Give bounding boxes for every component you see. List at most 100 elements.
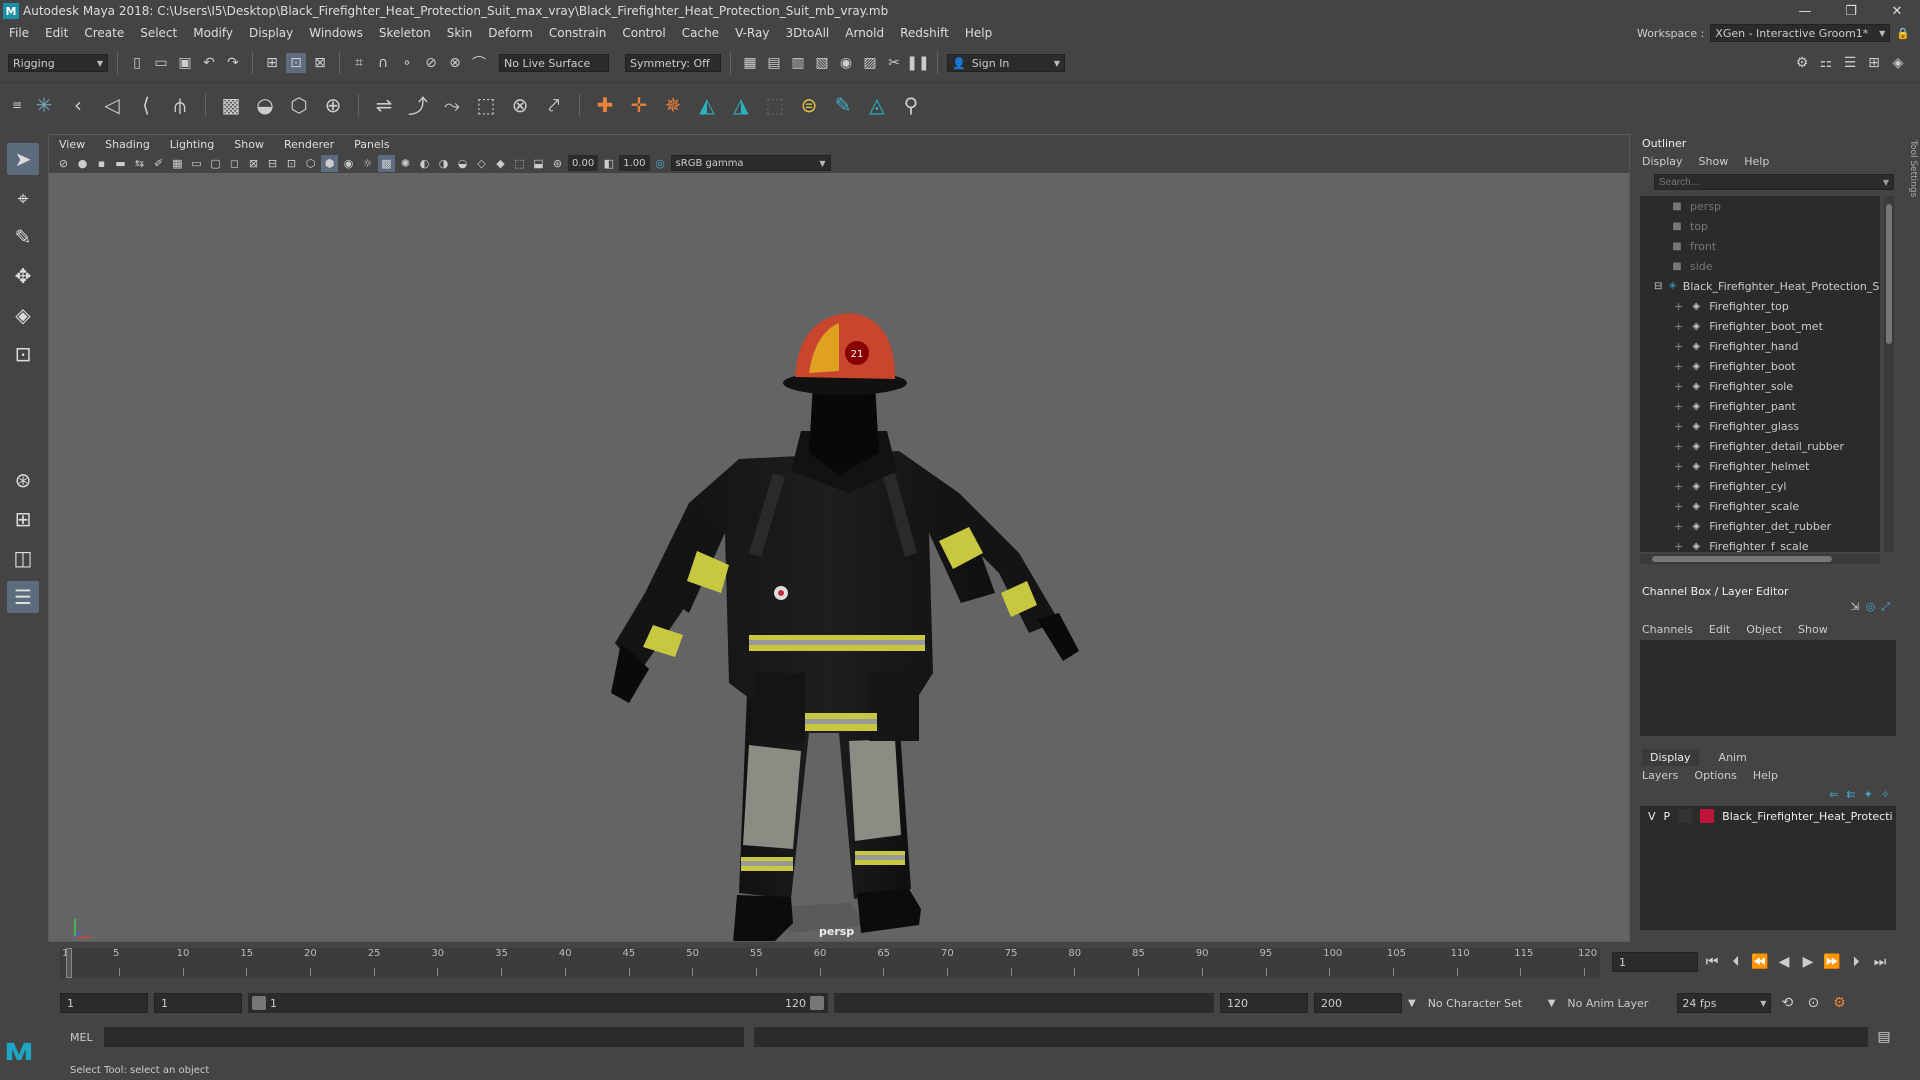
outliner-item-group[interactable]: ⊟ ✳ Black_Firefighter_Heat_Protection_Suit — [1640, 276, 1880, 296]
outliner-vertical-scrollbar[interactable] — [1884, 196, 1894, 552]
outliner-item-mesh[interactable]: + ◈ Firefighter_helmet — [1640, 456, 1880, 476]
expand-icon[interactable]: + — [1674, 320, 1683, 333]
channel-box-menu-channels[interactable]: Channels — [1642, 623, 1693, 636]
loop-icon[interactable]: ⟲ — [1777, 993, 1797, 1013]
viewport-menu-renderer[interactable]: Renderer — [274, 138, 344, 151]
mirror-joint-icon[interactable]: ◁ — [98, 90, 126, 120]
playback-start-field[interactable]: 1 — [154, 993, 242, 1013]
redo-icon[interactable]: ↷ — [223, 53, 243, 73]
outliner-item-mesh[interactable]: + ◈ Firefighter_sole — [1640, 376, 1880, 396]
paint-weights-icon[interactable]: ◒ — [251, 90, 279, 120]
menu-edit[interactable]: Edit — [36, 26, 75, 40]
animation-start-field[interactable]: 1 — [60, 993, 148, 1013]
gamma-field[interactable]: 1.00 — [619, 155, 650, 171]
channel-box-menu-show[interactable]: Show — [1798, 623, 1828, 636]
outliner-item-mesh[interactable]: + ◈ Firefighter_glass — [1640, 416, 1880, 436]
layer-playback-toggle[interactable]: P — [1664, 810, 1671, 823]
play-forward-icon[interactable]: ▶ — [1798, 952, 1818, 972]
lock-icon[interactable]: 🔒 — [1896, 27, 1910, 40]
wrinkle-icon[interactable]: ⊗ — [506, 90, 534, 120]
bookmark-icon[interactable]: ▪ — [93, 155, 110, 172]
vray-ipr-icon[interactable]: ✂ — [884, 53, 904, 73]
menu-set-dropdown[interactable]: Rigging ▼ — [8, 54, 108, 72]
expand-icon[interactable]: + — [1674, 480, 1683, 493]
range-bar[interactable]: 1 120 — [248, 993, 828, 1013]
outliner-item-mesh[interactable]: + ◈ Firefighter_boot — [1640, 356, 1880, 376]
outliner-item-mesh[interactable]: + ◈ Firefighter_top — [1640, 296, 1880, 316]
expand-icon[interactable]: + — [1674, 440, 1683, 453]
step-forward-key-icon[interactable]: ⏩ — [1822, 952, 1842, 972]
pause-icon[interactable]: ❚❚ — [906, 53, 929, 73]
step-forward-frame-icon[interactable]: ⏵ — [1846, 952, 1866, 972]
tab-display[interactable]: Display — [1642, 748, 1699, 766]
script-editor-icon[interactable]: ▤ — [1874, 1027, 1894, 1047]
vray-render-icon[interactable]: ▨ — [860, 53, 880, 73]
paint-deform-icon[interactable]: ✎ — [829, 90, 857, 120]
workspace-dropdown[interactable]: XGen - Interactive Groom1* ▼ — [1710, 24, 1891, 42]
viewport-menu-panels[interactable]: Panels — [344, 138, 399, 151]
render-settings-icon[interactable]: ▧ — [812, 53, 832, 73]
hypershade-icon[interactable]: ◉ — [836, 53, 856, 73]
restore-icon[interactable]: ❐ — [1828, 0, 1874, 22]
bind-skin-icon[interactable]: ▩ — [217, 90, 245, 120]
insert-joint-icon[interactable]: ‹ — [64, 90, 92, 120]
character-set-field[interactable]: No Character Set — [1421, 993, 1542, 1013]
fps-dropdown[interactable]: 24 fps ▼ — [1677, 993, 1772, 1013]
outliner-item-mesh[interactable]: + ◈ Firefighter_pant — [1640, 396, 1880, 416]
step-back-frame-icon[interactable]: ⏴ — [1726, 952, 1746, 972]
menu-skeleton[interactable]: Skeleton — [370, 26, 438, 40]
motion-blur-icon[interactable]: ◐ — [416, 155, 433, 172]
viewport-canvas[interactable]: 21 persp — [49, 173, 1629, 941]
quick-rig-icon[interactable]: ◬ — [863, 90, 891, 120]
pin-tool-icon[interactable]: ⚲ — [897, 90, 925, 120]
current-frame-field[interactable]: 1 — [1612, 952, 1698, 972]
wire-icon[interactable]: ⤳ — [438, 90, 466, 120]
menu-constrain[interactable]: Constrain — [540, 26, 614, 40]
channel-box-area[interactable] — [1640, 640, 1896, 736]
range-start-handle[interactable] — [252, 996, 266, 1010]
cluster-icon[interactable]: ⇌ — [370, 90, 398, 120]
textured-icon[interactable]: ◉ — [340, 155, 357, 172]
move-tool-icon[interactable]: ✥ — [7, 260, 39, 292]
channel-box-toggle-icon[interactable]: ⇲ — [1850, 600, 1859, 614]
create-joints-icon[interactable]: ✳ — [30, 90, 58, 120]
play-backward-icon[interactable]: ◀ — [1774, 952, 1794, 972]
layer-editor-menu-help[interactable]: Help — [1753, 769, 1778, 782]
outliner-item-mesh[interactable]: + ◈ Firefighter_scale — [1640, 496, 1880, 516]
playback-end-field[interactable]: 120 — [1220, 993, 1308, 1013]
channel-box-sync-icon[interactable]: ◎ — [1866, 600, 1876, 614]
color-management-icon[interactable]: ◎ — [652, 155, 669, 172]
outliner-search[interactable]: ▼ — [1654, 174, 1894, 190]
time-slider-track[interactable]: 1510152025303540455055606570758085909510… — [60, 948, 1600, 978]
grid-toggle-icon[interactable]: ▦ — [169, 155, 186, 172]
select-tool-icon[interactable]: ➤ — [7, 143, 39, 175]
outliner-item-mesh[interactable]: + ◈ Firefighter_det_rubber — [1640, 516, 1880, 536]
open-scene-icon[interactable]: ▭ — [151, 53, 171, 73]
outliner-item-side[interactable]: ■ side — [1640, 256, 1880, 276]
live-surface-field[interactable]: No Live Surface — [499, 54, 609, 72]
menu-3dtoall[interactable]: 3DtoAll — [776, 26, 836, 40]
channel-box-menu-object[interactable]: Object — [1746, 623, 1782, 636]
hik-character-icon[interactable]: ◭ — [693, 90, 721, 120]
layer-display-type[interactable] — [1678, 809, 1693, 823]
outliner-horizontal-scrollbar[interactable] — [1640, 554, 1880, 564]
expand-icon[interactable]: + — [1674, 340, 1683, 353]
show-manipulator-icon[interactable]: ⊛ — [7, 464, 39, 496]
xray-components-icon[interactable]: ⬓ — [530, 155, 547, 172]
range-end-handle[interactable] — [810, 996, 824, 1010]
film-gate-icon[interactable]: ▭ — [188, 155, 205, 172]
outliner-item-persp[interactable]: ■ persp — [1640, 196, 1880, 216]
render-view-icon[interactable]: ▦ — [740, 53, 760, 73]
layer-editor-menu-options[interactable]: Options — [1694, 769, 1736, 782]
rotate-tool-icon[interactable]: ◈ — [7, 299, 39, 331]
exposure-field[interactable]: 0.00 — [568, 155, 599, 171]
render-frame-icon[interactable]: ▤ — [764, 53, 784, 73]
menu-deform[interactable]: Deform — [479, 26, 540, 40]
menu-control[interactable]: Control — [613, 26, 672, 40]
gamma-icon[interactable]: ◧ — [600, 155, 617, 172]
chevron-down-icon[interactable]: ▼ — [1408, 998, 1416, 1009]
shelf-options-icon[interactable]: ≡ — [10, 90, 24, 120]
go-to-end-icon[interactable]: ⏭ — [1870, 952, 1890, 972]
two-view-layout-icon[interactable]: ◫ — [7, 542, 39, 574]
current-time-indicator[interactable] — [66, 948, 72, 978]
